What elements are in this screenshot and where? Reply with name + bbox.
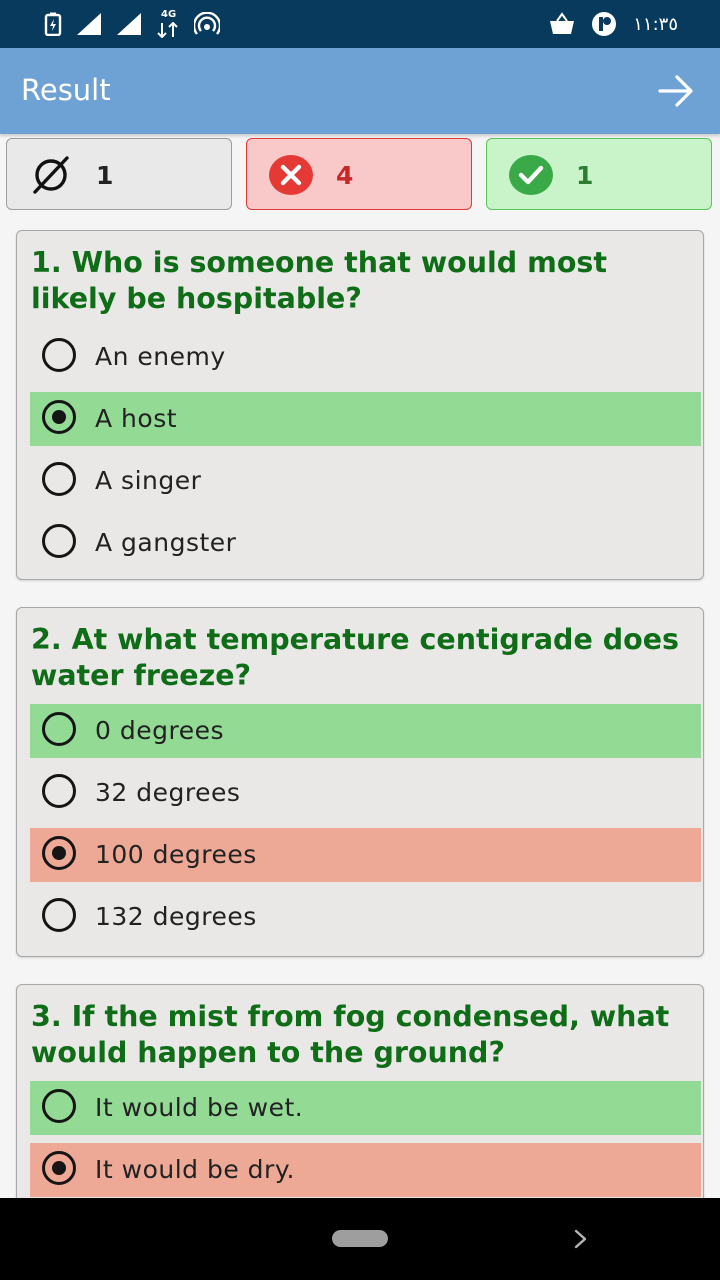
radio-button[interactable]: [42, 462, 76, 496]
radio-button[interactable]: [42, 1089, 76, 1123]
answer-label: 100 degrees: [95, 840, 257, 869]
answer-label: It would be wet.: [95, 1093, 304, 1122]
signal-icon: [117, 13, 141, 35]
status-bar-left: 4G: [44, 9, 220, 38]
x-circle-icon: [269, 155, 313, 195]
answer-option[interactable]: 32 degrees: [30, 766, 701, 820]
answer-option[interactable]: A gangster: [30, 516, 701, 570]
radio-button[interactable]: [42, 774, 76, 808]
answer-option[interactable]: 100 degrees: [30, 828, 701, 882]
app-notification-icon: [592, 12, 617, 36]
radio-button[interactable]: [42, 712, 76, 746]
unanswered-count: 1: [96, 161, 114, 190]
answer-label: An enemy: [95, 342, 226, 371]
status-bar: 4G ١١:٣٥: [0, 0, 720, 48]
correct-count-box: 1: [486, 138, 712, 210]
answer-option[interactable]: 132 degrees: [30, 890, 701, 944]
answer-option[interactable]: A host: [30, 392, 701, 446]
signal-icon: [77, 13, 101, 35]
question-card-1: 1. Who is someone that would most likely…: [16, 230, 704, 580]
answer-label: 32 degrees: [95, 778, 241, 807]
question-card-2: 2. At what temperature centigrade does w…: [16, 607, 704, 957]
shopping-basket-icon: [550, 12, 575, 34]
battery-saver-icon: [44, 12, 62, 36]
answer-label: A singer: [95, 466, 202, 495]
check-circle-icon: [509, 155, 553, 195]
answer-option[interactable]: A singer: [30, 454, 701, 508]
correct-count: 1: [576, 161, 594, 190]
chevron-right-icon[interactable]: [571, 1228, 591, 1250]
arrow-right-icon[interactable]: [658, 74, 694, 108]
answer-label: 132 degrees: [95, 902, 257, 931]
answer-option[interactable]: It would be dry.: [30, 1143, 701, 1197]
answer-label: It would be dry.: [95, 1155, 295, 1184]
status-time: ١١:٣٥: [633, 13, 678, 35]
hotspot-icon: [194, 12, 220, 35]
question-text: 1. Who is someone that would most likely…: [31, 246, 607, 315]
radio-button[interactable]: [42, 524, 76, 558]
question-text: 3. If the mist from fog condensed, what …: [31, 1000, 670, 1069]
status-bar-right: ١١:٣٥: [549, 10, 678, 38]
unanswered-count-box: 1: [6, 138, 232, 210]
question-text: 2. At what temperature centigrade does w…: [31, 623, 679, 692]
radio-button[interactable]: [42, 400, 76, 434]
app-bar: Result: [0, 48, 720, 134]
radio-button[interactable]: [42, 1151, 76, 1185]
empty-set-icon: [33, 156, 69, 194]
page-title: Result: [21, 73, 111, 107]
radio-button[interactable]: [42, 898, 76, 932]
navigation-bar: [0, 1198, 720, 1280]
answer-option[interactable]: An enemy: [30, 330, 701, 384]
data-arrows-icon: 4G: [156, 9, 180, 38]
wrong-count: 4: [336, 161, 354, 190]
answer-label: A gangster: [95, 528, 237, 557]
answer-option[interactable]: It would be wet.: [30, 1081, 701, 1135]
wrong-count-box: 4: [246, 138, 472, 210]
answer-option[interactable]: 0 degrees: [30, 704, 701, 758]
answer-label: 0 degrees: [95, 716, 224, 745]
radio-button[interactable]: [42, 836, 76, 870]
answer-label: A host: [95, 404, 178, 433]
radio-button[interactable]: [42, 338, 76, 372]
home-pill-icon[interactable]: [332, 1230, 388, 1247]
network-label: 4G: [161, 9, 177, 20]
